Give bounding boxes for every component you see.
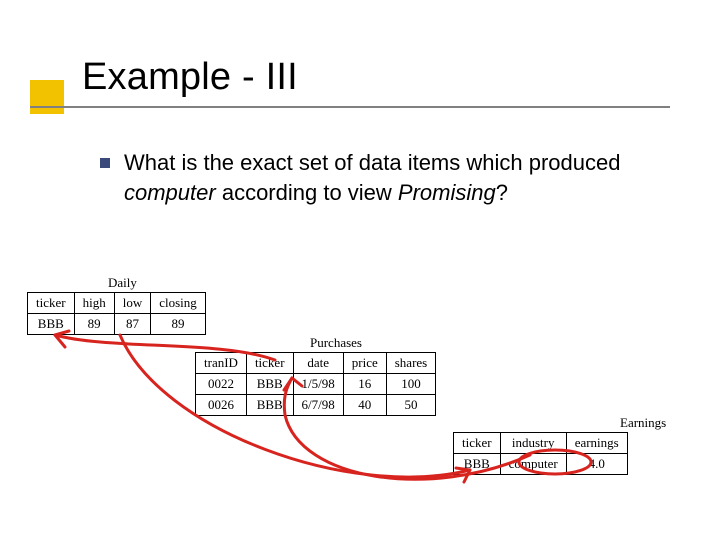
pur-r1c0: 0026 (196, 395, 247, 416)
pur-r0c1: BBB (246, 374, 293, 395)
daily-c0: BBB (28, 314, 75, 335)
earn-h0: ticker (454, 433, 501, 454)
earnings-table: ticker industry earnings BBB computer 4.… (453, 432, 628, 475)
pur-h3: price (343, 353, 386, 374)
bullet-mid: according to view (216, 180, 398, 205)
pur-r1c1: BBB (246, 395, 293, 416)
purchases-label: Purchases (310, 335, 362, 351)
table-row: tranID ticker date price shares (196, 353, 436, 374)
earn-c0: BBB (454, 454, 501, 475)
title-rule (30, 106, 670, 108)
daily-c3: 89 (151, 314, 206, 335)
daily-h0: ticker (28, 293, 75, 314)
table-row: BBB computer 4.0 (454, 454, 628, 475)
pur-r0c0: 0022 (196, 374, 247, 395)
pur-r1c2: 6/7/98 (293, 395, 343, 416)
daily-h1: high (74, 293, 114, 314)
earn-c1: computer (500, 454, 566, 475)
earnings-label: Earnings (620, 415, 666, 431)
bullet-icon (100, 158, 110, 168)
table-row: 0026 BBB 6/7/98 40 50 (196, 395, 436, 416)
daily-table: ticker high low closing BBB 89 87 89 (27, 292, 206, 335)
slide: Example - III What is the exact set of d… (0, 0, 720, 540)
pur-h2: date (293, 353, 343, 374)
table-row: BBB 89 87 89 (28, 314, 206, 335)
daily-c1: 89 (74, 314, 114, 335)
table-row: ticker industry earnings (454, 433, 628, 454)
daily-label: Daily (108, 275, 137, 291)
earn-c2: 4.0 (566, 454, 627, 475)
pur-h0: tranID (196, 353, 247, 374)
table-row: ticker high low closing (28, 293, 206, 314)
pur-r1c3: 40 (343, 395, 386, 416)
daily-c2: 87 (114, 314, 151, 335)
purchases-table: tranID ticker date price shares 0022 BBB… (195, 352, 436, 416)
daily-h3: closing (151, 293, 206, 314)
bullet-suffix: ? (496, 180, 508, 205)
pur-r0c4: 100 (386, 374, 436, 395)
slide-title: Example - III (82, 56, 298, 99)
pur-r0c2: 1/5/98 (293, 374, 343, 395)
pur-h1: ticker (246, 353, 293, 374)
pur-h4: shares (386, 353, 436, 374)
pur-r0c3: 16 (343, 374, 386, 395)
pur-r1c4: 50 (386, 395, 436, 416)
earn-h1: industry (500, 433, 566, 454)
title-accent-square (30, 80, 64, 114)
daily-h2: low (114, 293, 151, 314)
bullet-text: What is the exact set of data items whic… (124, 148, 644, 207)
earn-h2: earnings (566, 433, 627, 454)
bullet-italic-computer: computer (124, 180, 216, 205)
table-row: 0022 BBB 1/5/98 16 100 (196, 374, 436, 395)
bullet-prefix: What is the exact set of data items whic… (124, 150, 620, 175)
bullet-italic-promising: Promising (398, 180, 496, 205)
